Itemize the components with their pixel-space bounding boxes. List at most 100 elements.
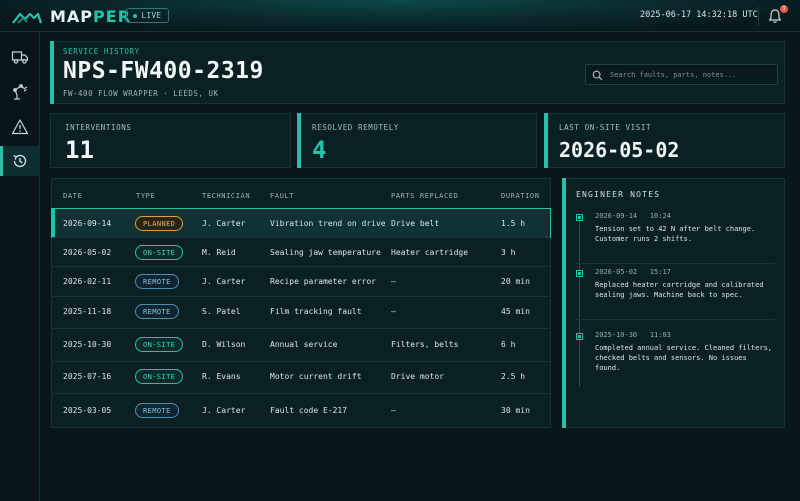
- note-time: 11:03: [649, 331, 671, 339]
- cell-duration: 20 min: [501, 277, 530, 286]
- app-name: MAPPER: [50, 7, 131, 26]
- clock: 2025-06-17 14:32:18 UTC: [640, 10, 758, 20]
- type-badge: REMOTE: [135, 403, 179, 418]
- note-time: 10:24: [649, 212, 671, 220]
- truck-icon: [11, 51, 29, 64]
- sidebar-item-machines[interactable]: [0, 77, 40, 107]
- table-row[interactable]: 2025-11-18 REMOTE S. Patel Film tracking…: [52, 296, 550, 326]
- cell-fault: Recipe parameter error: [270, 277, 376, 286]
- live-label: LIVE: [141, 11, 162, 20]
- type-badge: ON-SITE: [135, 337, 184, 352]
- timeline-marker-icon: [576, 270, 583, 277]
- cell-duration: 30 min: [501, 406, 530, 415]
- column-header-technician[interactable]: TECHNICIAN: [202, 192, 250, 200]
- type-badge: REMOTE: [135, 304, 179, 319]
- divider: [575, 319, 775, 320]
- cell-fault: Sealing jaw temperature: [270, 248, 381, 257]
- cell-technician: R. Evans: [202, 372, 241, 381]
- type-badge: ON-SITE: [135, 369, 184, 384]
- cell-duration: 1.5 h: [501, 219, 526, 228]
- sidebar: [0, 32, 40, 501]
- cell-parts: Drive belt: [391, 219, 440, 228]
- timeline-marker-icon: [576, 333, 583, 340]
- cell-duration: 6 h: [501, 340, 516, 349]
- column-header-type[interactable]: TYPE: [136, 192, 155, 200]
- history-icon: [13, 154, 27, 168]
- asset-header: SERVICE HISTORY NPS-FW400-2319 FW-400 FL…: [50, 41, 785, 104]
- note-text: Tension set to 42 N after belt change. C…: [595, 225, 756, 243]
- cell-parts: Heater cartridge: [391, 248, 469, 257]
- sidebar-item-fleet[interactable]: [0, 42, 40, 72]
- accent-bar: [544, 113, 548, 168]
- search-icon: [592, 70, 603, 81]
- divider: [575, 263, 775, 264]
- stat-resolved-remotely: RESOLVED REMOTELY 4: [297, 113, 537, 168]
- cell-duration: 2.5 h: [501, 372, 526, 381]
- accent-bar: [50, 41, 54, 104]
- type-badge: REMOTE: [135, 274, 179, 289]
- cell-fault: Fault code E-217: [270, 406, 348, 415]
- app-logo[interactable]: MAPPER: [12, 7, 131, 26]
- table-row[interactable]: 2025-10-30 ON-SITE D. Wilson Annual serv…: [52, 328, 550, 361]
- note-time: 15:17: [649, 268, 671, 276]
- stat-label: RESOLVED REMOTELY: [312, 123, 399, 132]
- table-row[interactable]: 2026-09-14 PLANNED J. Carter Vibration t…: [51, 208, 551, 238]
- cell-date: 2025-07-16: [63, 372, 112, 381]
- cell-duration: 3 h: [501, 248, 516, 257]
- cell-duration: 45 min: [501, 307, 530, 316]
- divider: [758, 6, 759, 26]
- type-badge: ON-SITE: [135, 245, 184, 260]
- stat-last-onsite-visit: LAST ON-SITE VISIT 2026-05-02: [544, 113, 785, 168]
- search-input[interactable]: [610, 68, 775, 82]
- robot-arm-icon: [13, 84, 28, 100]
- note-date: 2025-10-30: [595, 331, 638, 339]
- live-dot-icon: [133, 13, 138, 18]
- cell-date: 2026-09-14: [63, 219, 112, 228]
- column-header-fault[interactable]: FAULT: [270, 192, 294, 200]
- warning-icon: [11, 119, 29, 135]
- stat-label: INTERVENTIONS: [65, 123, 132, 132]
- column-header-date[interactable]: DATE: [63, 192, 82, 200]
- cell-fault: Film tracking fault: [270, 307, 362, 316]
- search-box[interactable]: [585, 64, 778, 85]
- column-header-parts[interactable]: PARTS REPLACED: [391, 192, 458, 200]
- cell-parts: Drive motor: [391, 372, 444, 381]
- column-header-duration[interactable]: DURATION: [501, 192, 540, 200]
- timeline-marker-icon: [576, 214, 583, 221]
- type-badge: PLANNED: [135, 216, 184, 231]
- cell-parts: Filters, belts: [391, 340, 459, 349]
- cell-fault: Motor current drift: [270, 372, 362, 381]
- table-row[interactable]: 2025-07-16 ON-SITE R. Evans Motor curren…: [52, 361, 550, 393]
- cell-fault: Annual service: [270, 340, 338, 349]
- note-date: 2026-09-14: [595, 212, 638, 220]
- notes-title: ENGINEER NOTES: [576, 190, 661, 199]
- sidebar-item-history[interactable]: [0, 146, 40, 176]
- service-history-table: DATE TYPE TECHNICIAN FAULT PARTS REPLACE…: [51, 178, 551, 428]
- table-row[interactable]: 2025-03-05 REMOTE J. Carter Fault code E…: [52, 393, 550, 427]
- note-timestamp: 2026-05-02 15:17: [595, 268, 671, 276]
- note-text: Completed annual service. Cleaned filter…: [595, 344, 773, 372]
- cell-fault: Vibration trend on drive: [270, 219, 386, 228]
- sidebar-item-alerts[interactable]: [0, 112, 40, 142]
- accent-bar: [297, 113, 301, 168]
- section-label: SERVICE HISTORY: [63, 47, 140, 56]
- cell-technician: J. Carter: [202, 406, 246, 415]
- cell-technician: J. Carter: [202, 277, 246, 286]
- cell-parts: —: [391, 307, 396, 316]
- engineer-notes-panel: ENGINEER NOTES 2026-09-14 10:24 Tension …: [562, 178, 785, 428]
- table-row[interactable]: 2026-05-02 ON-SITE M. Reid Sealing jaw t…: [52, 237, 550, 267]
- accent-bar: [562, 178, 566, 428]
- logo-mark-icon: [12, 12, 42, 24]
- note-timestamp: 2025-10-30 11:03: [595, 331, 671, 339]
- cell-parts: —: [391, 406, 396, 415]
- note-date: 2026-05-02: [595, 268, 638, 276]
- asset-subtitle: FW-400 FLOW WRAPPER · LEEDS, UK: [63, 89, 219, 98]
- cell-technician: D. Wilson: [202, 340, 246, 349]
- stat-value: 2026-05-02: [559, 138, 680, 162]
- page-title: NPS-FW400-2319: [63, 58, 264, 84]
- app-name-part1: MAP: [50, 7, 94, 26]
- timeline-line: [579, 217, 580, 387]
- notification-badge: 3: [780, 5, 788, 13]
- table-row[interactable]: 2026-02-11 REMOTE J. Carter Recipe param…: [52, 266, 550, 296]
- top-bar: MAPPER LIVE 2025-06-17 14:32:18 UTC 3: [0, 0, 800, 32]
